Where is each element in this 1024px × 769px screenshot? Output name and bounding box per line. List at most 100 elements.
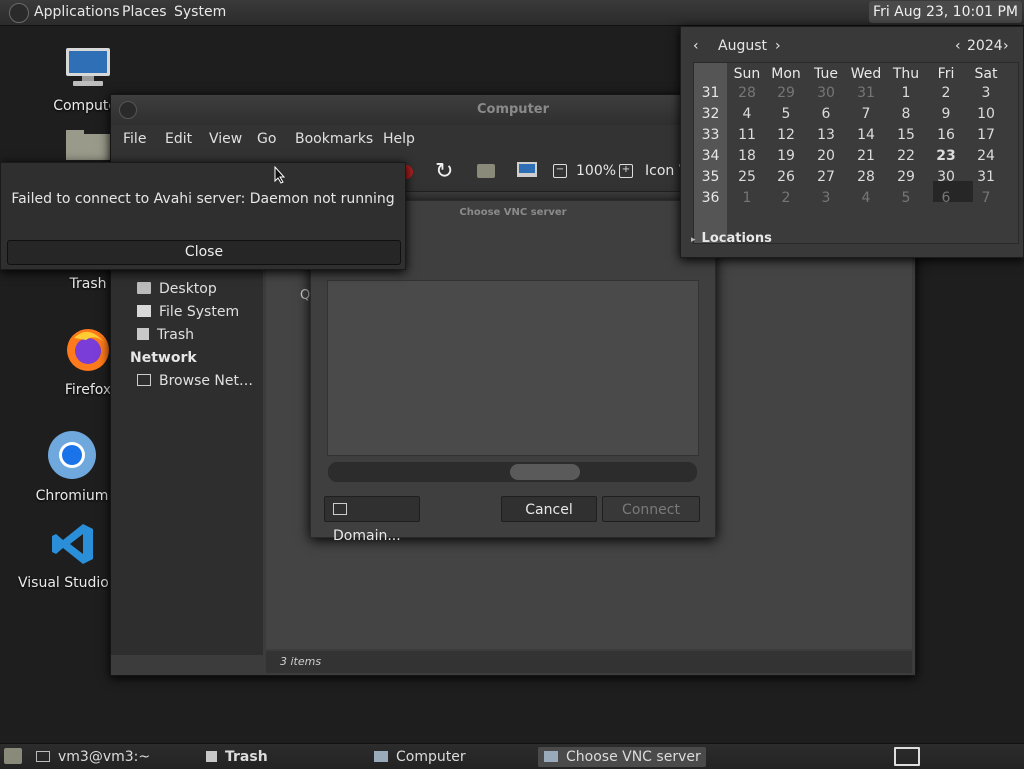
computer-icon — [374, 751, 388, 762]
calendar-day[interactable]: 18 — [727, 148, 767, 164]
task-terminal[interactable]: vm3@vm3:~ — [30, 747, 190, 767]
calendar-day[interactable]: 9 — [926, 106, 966, 122]
sidebar-item-file-system[interactable]: File System — [137, 304, 239, 320]
calendar-day[interactable]: 3 — [806, 190, 846, 206]
calendar-day[interactable]: 29 — [886, 169, 926, 185]
prev-month-button[interactable]: ‹ — [693, 38, 699, 54]
domain-button[interactable]: Domain... — [324, 496, 420, 544]
calendar-day[interactable]: 1 — [727, 190, 767, 206]
location-letter: Q — [300, 288, 311, 303]
horizontal-scrollbar[interactable] — [328, 462, 697, 482]
calendar-day[interactable]: 30 — [926, 169, 966, 185]
sidebar-item-label: Browse Net… — [159, 373, 254, 389]
calendar-day[interactable]: 16 — [926, 127, 966, 143]
calendar-day[interactable]: 2 — [926, 85, 966, 101]
next-month-button[interactable]: › — [775, 38, 781, 54]
calendar-day[interactable]: 5 — [766, 106, 806, 122]
workspace-switcher-icon[interactable] — [894, 747, 920, 766]
calendar-day[interactable]: 28 — [846, 169, 886, 185]
calendar-day[interactable]: 28 — [727, 85, 767, 101]
distro-logo-icon[interactable] — [9, 3, 29, 23]
menu-go[interactable]: Go — [257, 131, 276, 147]
calendar-day[interactable]: 17 — [966, 127, 1006, 143]
home-icon[interactable] — [477, 164, 495, 178]
calendar-day[interactable]: 31 — [966, 169, 1006, 185]
menu-file[interactable]: File — [123, 131, 146, 147]
prev-year-button[interactable]: ‹ — [955, 38, 961, 54]
sidebar-item-browse-network[interactable]: Browse Net… — [137, 373, 253, 389]
calendar-day[interactable]: 8 — [886, 106, 926, 122]
calendar-day[interactable]: 6 — [806, 106, 846, 122]
system-menu[interactable]: System — [174, 4, 226, 20]
home-folder-icon[interactable] — [66, 130, 110, 160]
chromium-icon — [48, 431, 96, 479]
desktop-icon — [137, 282, 151, 294]
calendar-day[interactable]: 10 — [966, 106, 1006, 122]
next-year-button[interactable]: › — [1003, 38, 1009, 54]
task-computer[interactable]: Computer — [368, 747, 528, 767]
firefox-icon — [67, 329, 109, 371]
sidebar-item-desktop[interactable]: Desktop — [137, 281, 217, 297]
calendar-day[interactable]: 2 — [766, 190, 806, 206]
calendar-day[interactable]: 21 — [846, 148, 886, 164]
calendar-day[interactable]: 7 — [846, 106, 886, 122]
calendar-day[interactable]: 7 — [966, 190, 1006, 206]
calendar-day[interactable]: 25 — [727, 169, 767, 185]
menu-help[interactable]: Help — [383, 131, 415, 147]
terminal-icon — [36, 751, 50, 762]
task-vnc-dialog[interactable]: Choose VNC server — [538, 747, 706, 767]
calendar-day[interactable]: 27 — [806, 169, 846, 185]
computer-icon[interactable] — [517, 162, 537, 177]
calendar-day[interactable]: 13 — [806, 127, 846, 143]
task-trash[interactable]: Trash — [200, 747, 360, 767]
calendar-day[interactable]: 29 — [766, 85, 806, 101]
calendar-day[interactable]: 26 — [766, 169, 806, 185]
zoom-out-icon[interactable]: − — [553, 164, 567, 178]
menu-bookmarks[interactable]: Bookmarks — [295, 131, 373, 147]
calendar-day[interactable]: 6 — [926, 190, 966, 206]
locations-label: Locations — [701, 231, 772, 246]
calendar-day[interactable]: 11 — [727, 127, 767, 143]
window-icon — [544, 751, 558, 762]
calendar-day[interactable]: 5 — [886, 190, 926, 206]
calendar-day[interactable]: 15 — [886, 127, 926, 143]
calendar-day[interactable]: 12 — [766, 127, 806, 143]
calendar-day[interactable]: 24 — [966, 148, 1006, 164]
network-icon — [333, 503, 347, 515]
weekday-header: Tue — [814, 66, 838, 82]
calendar-day[interactable]: 22 — [886, 148, 926, 164]
calendar-day[interactable]: 4 — [846, 190, 886, 206]
sidebar-item-trash[interactable]: Trash — [137, 327, 194, 343]
mouse-cursor-icon — [274, 166, 286, 184]
connect-button[interactable]: Connect — [602, 496, 700, 522]
scrollbar-thumb[interactable] — [510, 464, 580, 480]
show-desktop-icon[interactable] — [4, 748, 22, 764]
zoom-in-icon[interactable]: + — [619, 164, 633, 178]
reload-icon[interactable]: ↻ — [435, 159, 453, 184]
applications-menu[interactable]: Applications — [34, 4, 120, 20]
calendar-day[interactable]: 1 — [886, 85, 926, 101]
week-number: 36 — [701, 190, 720, 206]
calendar-day[interactable]: 31 — [846, 85, 886, 101]
trash-icon — [137, 328, 149, 340]
cancel-button[interactable]: Cancel — [501, 496, 597, 522]
menu-edit[interactable]: Edit — [165, 131, 192, 147]
server-list[interactable] — [327, 280, 699, 456]
error-dialog: Failed to connect to Avahi server: Daemo… — [0, 162, 406, 270]
calendar-day[interactable]: 3 — [966, 85, 1006, 101]
window-menu-button[interactable] — [119, 101, 137, 119]
calendar-day[interactable]: 4 — [727, 106, 767, 122]
clock[interactable]: Fri Aug 23, 10:01 PM — [869, 1, 1022, 23]
calendar-year: 2024 — [967, 38, 1003, 54]
menu-view[interactable]: View — [209, 131, 242, 147]
calendar-day[interactable]: 20 — [806, 148, 846, 164]
places-menu[interactable]: Places — [122, 4, 167, 20]
close-button[interactable]: Close — [7, 240, 401, 265]
week-number: 32 — [701, 106, 720, 122]
calendar-day[interactable]: 14 — [846, 127, 886, 143]
calendar-day[interactable]: 30 — [806, 85, 846, 101]
calendar-day[interactable]: 19 — [766, 148, 806, 164]
calendar-day[interactable]: 23 — [926, 148, 966, 164]
zoom-level: 100% — [576, 163, 617, 179]
locations-expander[interactable]: ▸ Locations — [691, 231, 772, 246]
